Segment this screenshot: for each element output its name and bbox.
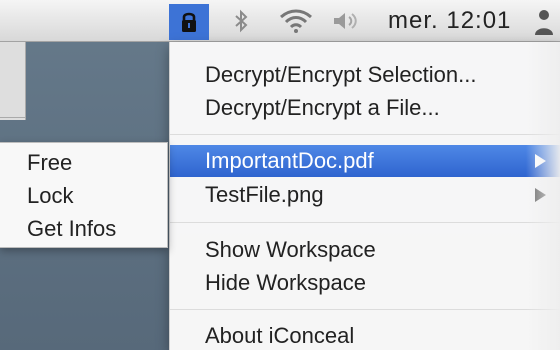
bluetooth-icon — [235, 9, 248, 33]
file-submenu: Free Lock Get Infos — [0, 142, 168, 248]
menu-item-hide-workspace[interactable]: Hide Workspace — [170, 267, 560, 299]
menu-item-show-workspace[interactable]: Show Workspace — [170, 234, 560, 266]
chevron-right-icon — [535, 188, 546, 202]
chevron-right-icon — [535, 154, 546, 168]
submenu-item-label: Lock — [27, 183, 74, 208]
submenu-item-lock[interactable]: Lock — [0, 180, 167, 212]
menu-separator — [170, 309, 560, 310]
menu-item-decrypt-encrypt-file[interactable]: Decrypt/Encrypt a File... — [170, 92, 560, 124]
menu-separator — [170, 134, 560, 135]
desktop: mer. 12:01 Decrypt/Encrypt Selection... … — [0, 0, 560, 350]
iconceal-menu: Decrypt/Encrypt Selection... Decrypt/Enc… — [169, 42, 560, 350]
volume-icon — [334, 13, 357, 29]
menu-bar: mer. 12:01 — [0, 0, 560, 42]
menu-item-importantdoc-pdf[interactable]: ImportantDoc.pdf — [170, 145, 560, 177]
menu-item-decrypt-encrypt-selection[interactable]: Decrypt/Encrypt Selection... — [170, 59, 560, 91]
menu-item-label: Show Workspace — [205, 237, 376, 262]
submenu-item-get-infos[interactable]: Get Infos — [0, 213, 167, 245]
wifi-status[interactable] — [276, 7, 316, 35]
submenu-item-label: Free — [27, 150, 73, 175]
submenu-item-free[interactable]: Free — [0, 147, 167, 179]
menu-bar-clock[interactable]: mer. 12:01 — [388, 6, 511, 36]
bluetooth-status[interactable] — [232, 7, 250, 35]
submenu-item-label: Get Infos — [27, 216, 117, 241]
menu-item-label: Decrypt/Encrypt a File... — [205, 95, 440, 120]
menu-item-about-iconceal[interactable]: About iConceal — [170, 320, 560, 350]
menu-separator — [170, 222, 560, 223]
volume-status[interactable] — [330, 7, 360, 35]
menu-item-testfile-png[interactable]: TestFile.png — [170, 179, 560, 211]
menu-item-label: About iConceal — [205, 323, 355, 348]
menu-item-label: TestFile.png — [205, 182, 324, 207]
window-divider — [0, 117, 25, 118]
background-window-edge — [0, 42, 26, 120]
menu-item-label: Decrypt/Encrypt Selection... — [205, 62, 477, 87]
menu-item-label: Hide Workspace — [205, 270, 366, 295]
lock-menu-extra[interactable] — [169, 4, 209, 40]
wifi-icon — [280, 9, 312, 33]
lock-icon — [182, 12, 196, 32]
user-icon[interactable] — [530, 6, 556, 36]
menu-item-label: ImportantDoc.pdf — [205, 148, 374, 173]
